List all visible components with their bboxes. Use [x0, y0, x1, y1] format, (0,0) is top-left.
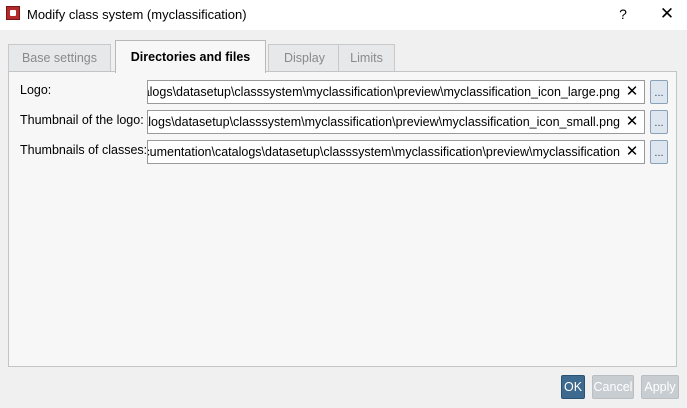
cancel-button[interactable]: Cancel: [592, 375, 634, 399]
tab-bar: Base settings Directories and files Disp…: [8, 40, 687, 73]
thumbnail-logo-label: Thumbnail of the logo:: [20, 113, 144, 127]
thumbnail-logo-path-value: atalogs\datasetup\classsystem\myclassifi…: [147, 115, 620, 129]
logo-label: Logo:: [20, 83, 52, 97]
close-icon[interactable]: ✕: [654, 4, 680, 24]
app-icon: [6, 6, 20, 20]
clear-icon[interactable]: ✕: [625, 82, 639, 102]
tab-base-settings[interactable]: Base settings: [8, 44, 111, 71]
title-bar: Modify class system (myclassification) ?…: [0, 0, 687, 30]
thumbnails-classes-path-value: ocumentation\catalogs\datasetup\classsys…: [147, 145, 620, 159]
directories-panel: Logo: atalogs\datasetup\classsystem\mycl…: [8, 71, 677, 367]
thumbnails-classes-path-input[interactable]: ocumentation\catalogs\datasetup\classsys…: [147, 140, 645, 164]
logo-browse-button[interactable]: ...: [650, 80, 668, 104]
thumbnails-classes-browse-button[interactable]: ...: [650, 140, 668, 164]
apply-button[interactable]: Apply: [641, 375, 679, 399]
clear-icon[interactable]: ✕: [625, 112, 639, 132]
help-button[interactable]: ?: [610, 4, 636, 24]
thumbnail-logo-browse-button[interactable]: ...: [650, 110, 668, 134]
clear-icon[interactable]: ✕: [625, 142, 639, 162]
ok-button[interactable]: OK: [561, 375, 585, 399]
thumbnails-classes-label: Thumbnails of classes:: [20, 143, 148, 157]
tab-limits[interactable]: Limits: [338, 44, 395, 71]
tab-directories-and-files[interactable]: Directories and files: [115, 40, 266, 73]
logo-path-value: atalogs\datasetup\classsystem\myclassifi…: [147, 85, 620, 99]
window-title: Modify class system (myclassification): [27, 7, 247, 22]
thumbnail-logo-path-input[interactable]: atalogs\datasetup\classsystem\myclassifi…: [147, 110, 645, 134]
tab-display[interactable]: Display: [268, 44, 341, 71]
logo-path-input[interactable]: atalogs\datasetup\classsystem\myclassifi…: [147, 80, 645, 104]
